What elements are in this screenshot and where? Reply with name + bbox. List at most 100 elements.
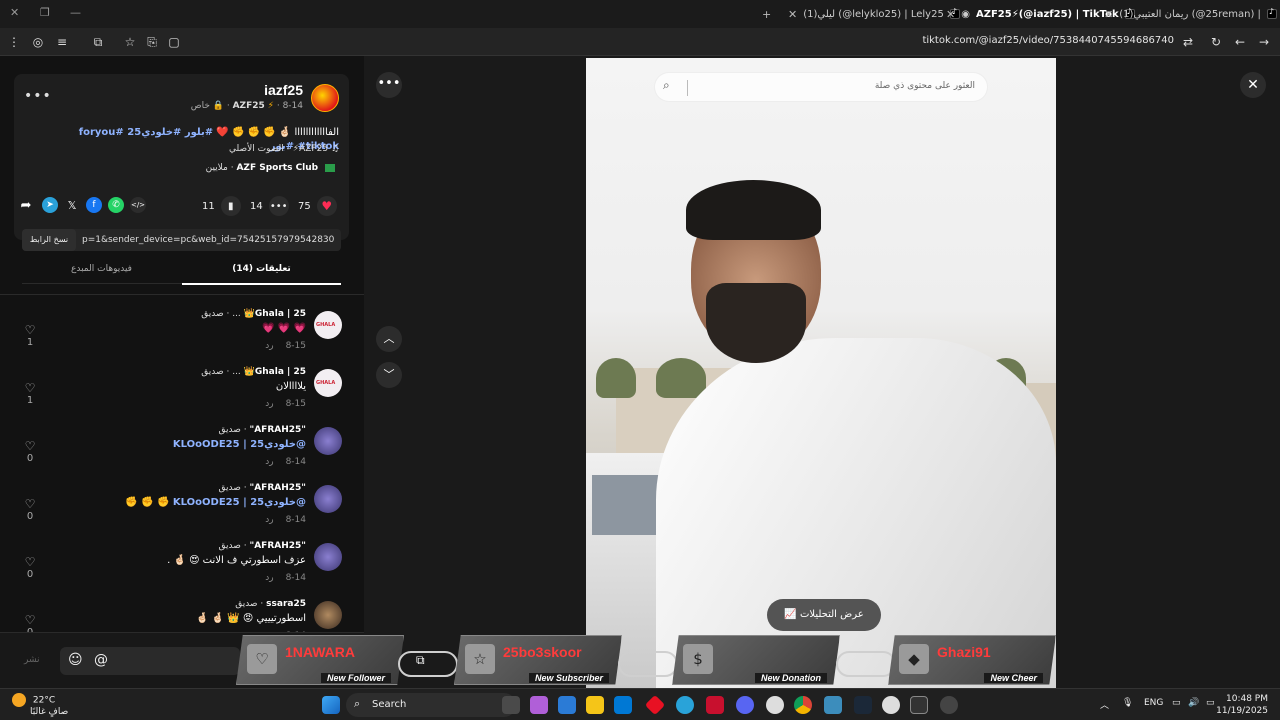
- share-arrow-icon[interactable]: ➦: [18, 197, 34, 213]
- reply-button[interactable]: رد: [265, 515, 273, 525]
- terminal-icon[interactable]: [910, 696, 928, 714]
- tab-creator-videos[interactable]: فيديوهات المبدع: [22, 264, 181, 274]
- commenter-avatar[interactable]: [314, 369, 342, 397]
- obs-icon[interactable]: [766, 696, 784, 714]
- comment-like-button[interactable]: ♡ 1: [22, 381, 38, 406]
- related-search-bar[interactable]: العثور على محتوى ذي صلة ⌕: [654, 72, 988, 102]
- x-twitter-icon[interactable]: 𝕏: [64, 197, 80, 213]
- taskbar-search[interactable]: ⌕ Search: [346, 693, 516, 717]
- screenshot-icon[interactable]: ▢: [166, 34, 182, 50]
- app-window-icon[interactable]: [824, 696, 842, 714]
- more-options-icon[interactable]: •••: [376, 72, 402, 98]
- reply-button[interactable]: رد: [265, 341, 273, 351]
- window-minimize-icon[interactable]: —: [70, 6, 81, 19]
- search-icon[interactable]: ⌕: [663, 78, 670, 93]
- commenter-name[interactable]: "AFRAH25": [250, 483, 306, 493]
- profile-icon[interactable]: ◎: [30, 34, 46, 50]
- save-button[interactable]: 11 ▮: [202, 196, 241, 216]
- site-settings-icon[interactable]: ⇄: [1180, 34, 1196, 50]
- comment-like-button[interactable]: ♡0: [22, 497, 38, 522]
- like-button[interactable]: 75 ♥: [298, 196, 337, 216]
- window-close-icon[interactable]: ✕: [10, 6, 19, 19]
- reply-button[interactable]: رد: [265, 399, 273, 409]
- commenter-avatar[interactable]: [314, 485, 342, 513]
- reply-button[interactable]: رد: [265, 457, 273, 467]
- tab-reman[interactable]: ✕ (1)ريمان العتيبي (@25reman) |: [1104, 4, 1277, 24]
- reading-list-icon[interactable]: ≡: [54, 34, 70, 50]
- mention-icon[interactable]: @: [94, 652, 108, 668]
- previous-video-button[interactable]: ︿: [376, 326, 402, 352]
- tab-close-icon[interactable]: ✕: [788, 8, 797, 21]
- task-view-icon[interactable]: [502, 696, 520, 714]
- comment-like-button[interactable]: ♡0: [22, 613, 38, 632]
- app-blue-icon[interactable]: [676, 696, 694, 714]
- app-shield-icon[interactable]: [706, 696, 724, 714]
- emoji-icon[interactable]: ☺: [68, 652, 83, 668]
- start-windows-icon[interactable]: [322, 696, 340, 714]
- share-url-field[interactable]: p=1&sender_device=pc&web_id=754251579795…: [82, 229, 335, 251]
- close-video-button[interactable]: ✕: [1240, 72, 1266, 98]
- more-options-icon[interactable]: •••: [24, 88, 52, 104]
- commenter-avatar[interactable]: [314, 427, 342, 455]
- tab-close-icon[interactable]: ✕: [1104, 8, 1113, 21]
- bookmark-star-icon[interactable]: ☆: [122, 34, 138, 50]
- store-icon[interactable]: [614, 696, 632, 714]
- reply-button[interactable]: رد: [265, 573, 273, 583]
- menu-icon[interactable]: ⋮: [6, 34, 22, 50]
- commenter-name[interactable]: "AFRAH25": [250, 425, 306, 435]
- file-explorer-icon[interactable]: [586, 696, 604, 714]
- system-clock[interactable]: 10:48 PM 11/19/2025: [1216, 693, 1268, 717]
- tray-expand-icon[interactable]: ︿: [1100, 698, 1109, 711]
- creator-username[interactable]: iazf25: [264, 82, 303, 98]
- back-icon[interactable]: →: [1256, 34, 1272, 50]
- comment-like-button[interactable]: ♡0: [22, 439, 38, 464]
- forward-icon[interactable]: ←: [1232, 34, 1248, 50]
- window-restore-icon[interactable]: ❐: [40, 6, 50, 19]
- microphone-icon[interactable]: 🎙: [1122, 698, 1133, 708]
- volume-icon[interactable]: 🔊: [1188, 698, 1199, 708]
- sound-link[interactable]: ♫ AZF25⚡ - الصوت الأصلي: [229, 144, 339, 154]
- battery-icon[interactable]: ▭: [1206, 698, 1215, 708]
- language-indicator[interactable]: ENG: [1144, 698, 1163, 708]
- telegram-icon[interactable]: ➤: [42, 197, 58, 213]
- commenter-name[interactable]: ssara25: [266, 599, 306, 609]
- chrome-icon[interactable]: [794, 696, 812, 714]
- creator-display-name[interactable]: AZF25: [233, 101, 265, 111]
- commenter-name[interactable]: "AFRAH25": [250, 541, 306, 551]
- app-red-diamond-icon[interactable]: [644, 694, 666, 716]
- address-bar[interactable]: tiktok.com/@iazf25/video/753844074559468…: [922, 35, 1174, 46]
- edge-icon[interactable]: [558, 696, 576, 714]
- facebook-icon[interactable]: f: [86, 197, 102, 213]
- tab-close-icon[interactable]: ✕: [946, 8, 955, 21]
- comment-like-button[interactable]: ♡0: [22, 555, 38, 580]
- translate-icon[interactable]: ⎘: [144, 34, 160, 50]
- post-comment-button[interactable]: نشر: [24, 655, 40, 665]
- commenter-avatar[interactable]: [314, 543, 342, 571]
- new-tab-button[interactable]: +: [762, 4, 771, 24]
- weather-widget[interactable]: 22°C صافٍ غالبًا: [12, 693, 68, 718]
- commenter-avatar[interactable]: [314, 311, 342, 339]
- settings-gear-icon[interactable]: [882, 696, 900, 714]
- next-video-button[interactable]: ﹀: [376, 362, 402, 388]
- steam-icon[interactable]: [854, 696, 872, 714]
- commenter-name[interactable]: Ghala | 25👑: [244, 367, 306, 377]
- embed-icon[interactable]: </>: [130, 197, 146, 213]
- commenter-avatar[interactable]: [314, 601, 342, 629]
- reload-icon[interactable]: ↻: [1208, 34, 1224, 50]
- extensions-icon[interactable]: ⧉: [90, 34, 106, 50]
- comment-like-button[interactable]: ♡ 1: [22, 323, 38, 348]
- copy-link-button[interactable]: نسخ الرابط: [22, 229, 76, 251]
- app-record-icon[interactable]: [940, 696, 958, 714]
- view-analytics-button[interactable]: عرض التحليلات 📈: [767, 599, 881, 631]
- tab-lely[interactable]: ✕ (1)ليلي (@lelyklo25) | Lely25: [788, 4, 960, 24]
- tab-comments[interactable]: تعليقات (14): [182, 264, 341, 285]
- club-tag[interactable]: AZF Sports Club · ملايين: [206, 163, 335, 173]
- comment-input[interactable]: @ ☺: [60, 647, 240, 675]
- creator-avatar[interactable]: [311, 84, 339, 112]
- whatsapp-icon[interactable]: ✆: [108, 197, 124, 213]
- discord-icon[interactable]: [736, 696, 754, 714]
- video-player[interactable]: العثور على محتوى ذي صلة ⌕ عرض التحليلات …: [586, 58, 1056, 688]
- network-icon[interactable]: ▭: [1172, 698, 1181, 708]
- commenter-name[interactable]: Ghala | 25👑: [244, 309, 306, 319]
- copilot-icon[interactable]: [530, 696, 548, 714]
